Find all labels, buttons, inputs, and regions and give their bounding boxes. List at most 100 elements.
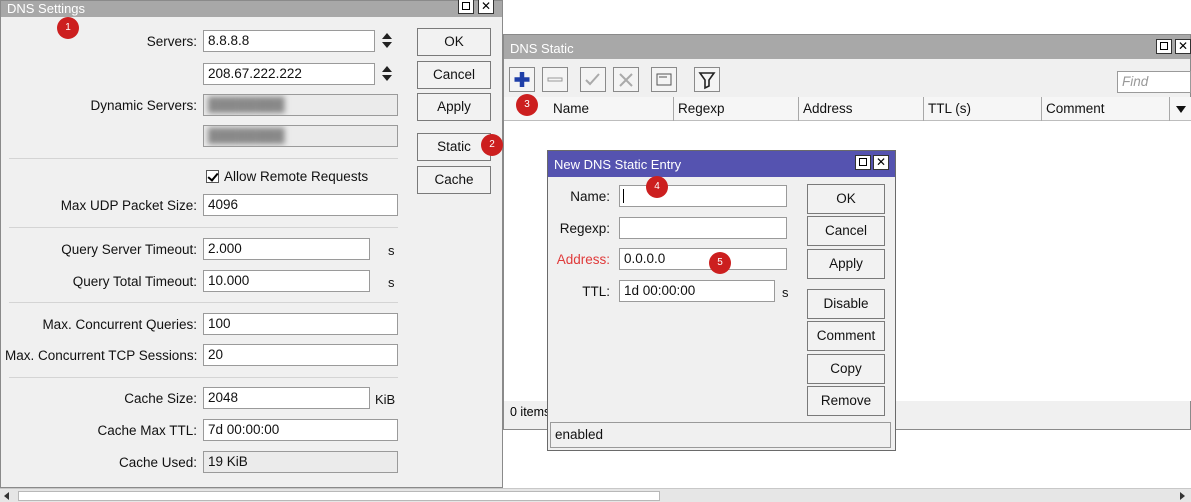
spinner-icon[interactable]: [381, 31, 393, 51]
step-badge-3: 3: [516, 94, 538, 116]
column-header-comment[interactable]: Comment: [1042, 97, 1170, 121]
separator: [9, 377, 398, 378]
cache-used-field: 19 KiB: [203, 451, 398, 473]
maximize-icon[interactable]: [1156, 39, 1172, 54]
query-server-timeout-label: Query Server Timeout:: [61, 242, 197, 257]
apply-button[interactable]: Apply: [417, 93, 491, 121]
max-concurrent-tcp-label: Max. Concurrent TCP Sessions:: [5, 348, 198, 363]
dns-settings-title: DNS Settings: [7, 1, 86, 16]
separator: [9, 227, 398, 228]
servers-label: Servers:: [146, 34, 197, 49]
dynamic-server-2-field: ████████: [203, 125, 398, 147]
cancel-button[interactable]: Cancel: [807, 216, 885, 246]
find-input[interactable]: Find: [1117, 71, 1191, 93]
remove-button[interactable]: Remove: [807, 386, 885, 416]
enable-icon: [585, 73, 600, 86]
maximize-icon[interactable]: [458, 0, 474, 14]
remove-button[interactable]: [542, 67, 568, 92]
new-entry-titlebar[interactable]: New DNS Static Entry ✕: [548, 151, 895, 177]
dns-static-title: DNS Static: [510, 41, 574, 56]
allow-remote-label: Allow Remote Requests: [224, 169, 369, 184]
max-concurrent-tcp-field[interactable]: 20: [203, 344, 398, 366]
comment-button[interactable]: [651, 67, 677, 92]
seconds-unit: s: [388, 275, 395, 290]
step-badge-4: 4: [646, 176, 668, 198]
static-button[interactable]: Static: [417, 133, 491, 161]
ok-button[interactable]: OK: [417, 28, 491, 56]
scroll-right-icon[interactable]: [1180, 492, 1185, 500]
cancel-button[interactable]: Cancel: [417, 61, 491, 89]
filter-button[interactable]: [694, 67, 720, 92]
column-header-regexp[interactable]: Regexp: [674, 97, 799, 121]
dynamic-servers-label: Dynamic Servers:: [90, 98, 197, 113]
dns-static-titlebar[interactable]: DNS Static ✕: [504, 35, 1191, 59]
max-concurrent-queries-label: Max. Concurrent Queries:: [42, 317, 197, 332]
scrollbar-thumb[interactable]: [18, 491, 660, 501]
query-total-timeout-label: Query Total Timeout:: [72, 274, 197, 289]
dns-settings-window: DNS Settings ✕ Servers: 8.8.8.8 208.67.2…: [0, 0, 503, 488]
ok-button[interactable]: OK: [807, 184, 885, 214]
filter-icon: [698, 72, 716, 90]
dns-settings-titlebar[interactable]: DNS Settings ✕: [1, 0, 502, 17]
regexp-label: Regexp:: [559, 221, 610, 236]
column-header-name[interactable]: Name: [549, 97, 674, 121]
ttl-field[interactable]: 1d 00:00:00: [619, 280, 775, 302]
disable-button[interactable]: Disable: [807, 289, 885, 319]
find-placeholder: Find: [1122, 74, 1149, 89]
sort-dropdown-icon[interactable]: [1176, 106, 1186, 113]
ttl-unit: s: [782, 285, 789, 300]
status-bar: enabled: [550, 422, 891, 448]
name-label: Name:: [570, 189, 610, 204]
cache-max-ttl-field[interactable]: 7d 00:00:00: [203, 419, 398, 441]
add-icon: [514, 72, 530, 87]
enable-button[interactable]: [580, 67, 606, 92]
disable-button[interactable]: [613, 67, 639, 92]
seconds-unit: s: [388, 243, 395, 258]
column-header-address[interactable]: Address: [799, 97, 924, 121]
cache-size-label: Cache Size:: [124, 391, 197, 406]
disable-icon: [619, 73, 633, 87]
text-cursor: [623, 189, 624, 203]
comment-icon: [656, 73, 672, 86]
server-2-field[interactable]: 208.67.222.222: [203, 63, 375, 85]
comment-button[interactable]: Comment: [807, 321, 885, 351]
query-server-timeout-field[interactable]: 2.000: [203, 238, 370, 260]
separator: [9, 302, 398, 303]
max-udp-field[interactable]: 4096: [203, 194, 398, 216]
column-header-ttl[interactable]: TTL (s): [924, 97, 1042, 121]
query-total-timeout-field[interactable]: 10.000: [203, 270, 370, 292]
max-concurrent-queries-field[interactable]: 100: [203, 313, 398, 335]
scroll-left-icon[interactable]: [4, 492, 9, 500]
cache-max-ttl-label: Cache Max TTL:: [97, 423, 197, 438]
cache-button[interactable]: Cache: [417, 166, 491, 194]
cache-used-label: Cache Used:: [118, 455, 197, 470]
address-field[interactable]: 0.0.0.0: [619, 248, 787, 270]
close-icon[interactable]: ✕: [873, 155, 889, 170]
cache-size-field[interactable]: 2048: [203, 387, 370, 409]
close-icon[interactable]: ✕: [478, 0, 494, 14]
new-entry-dialog: New DNS Static Entry ✕ Name: Regexp: Add…: [547, 150, 896, 451]
kib-unit: KiB: [375, 392, 396, 407]
add-button[interactable]: [509, 67, 535, 92]
spinner-icon[interactable]: [381, 64, 393, 84]
items-count: 0 items: [510, 405, 551, 419]
address-label: Address:: [556, 252, 610, 267]
close-icon[interactable]: ✕: [1175, 39, 1191, 54]
name-field[interactable]: [619, 185, 787, 207]
remove-icon: [547, 77, 563, 82]
apply-button[interactable]: Apply: [807, 249, 885, 279]
separator: [9, 158, 398, 159]
copy-button[interactable]: Copy: [807, 354, 885, 384]
server-1-field[interactable]: 8.8.8.8: [203, 30, 375, 52]
dynamic-server-1-field: ████████: [203, 94, 398, 116]
horizontal-scrollbar[interactable]: [0, 488, 1191, 502]
regexp-field[interactable]: [619, 217, 787, 239]
allow-remote-checkbox[interactable]: [206, 170, 219, 183]
maximize-icon[interactable]: [855, 155, 871, 170]
ttl-label: TTL:: [582, 284, 610, 299]
step-badge-2: 2: [481, 134, 503, 156]
step-badge-1: 1: [57, 17, 79, 39]
step-badge-5: 5: [709, 252, 731, 274]
max-udp-label: Max UDP Packet Size:: [60, 198, 197, 213]
new-entry-title: New DNS Static Entry: [554, 157, 682, 172]
